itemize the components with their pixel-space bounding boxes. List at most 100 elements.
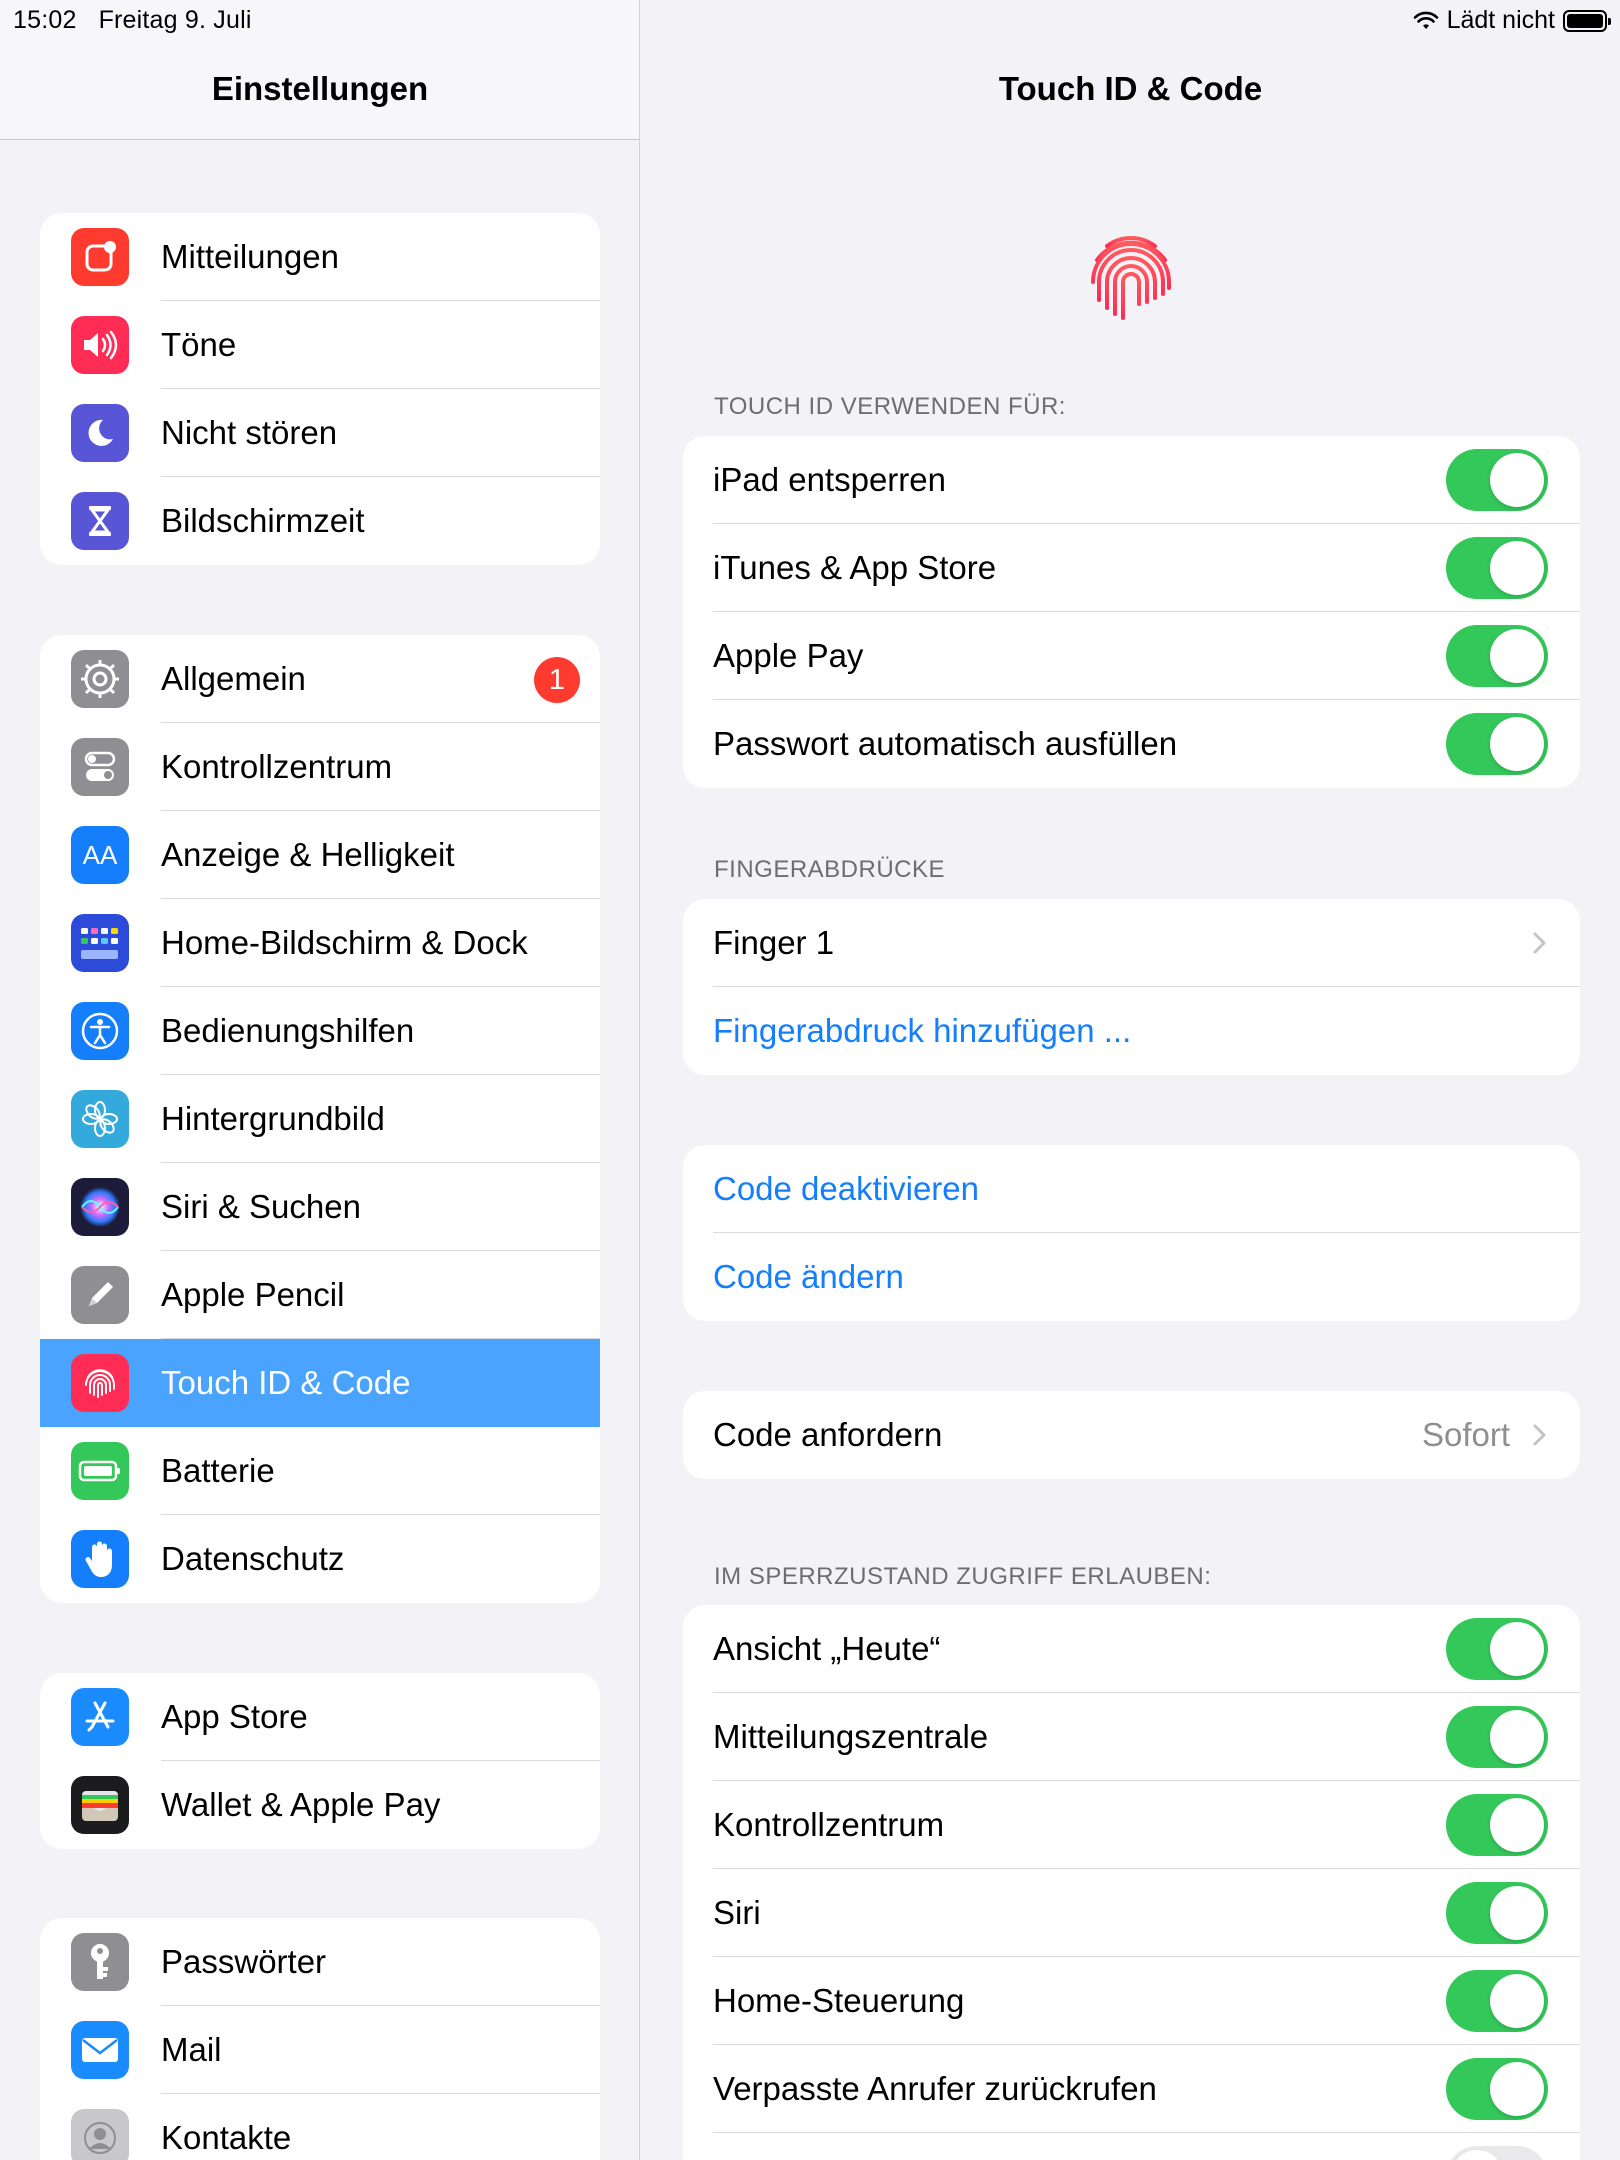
sidebar-item-accessibility[interactable]: Bedienungshilfen (40, 987, 600, 1075)
sidebar-item-label: Batterie (161, 1452, 275, 1489)
lock-access-section-header: IM SPERRZUSTAND ZUGRIFF ERLAUBEN: (714, 1563, 1212, 1590)
sounds-icon (71, 316, 129, 374)
next-item-toggle[interactable] (1446, 2146, 1548, 2160)
itunes-app-store-toggle[interactable] (1446, 537, 1548, 599)
sidebar-item-label: Apple Pencil (161, 1276, 345, 1313)
sidebar-item-wallpaper[interactable]: Hintergrundbild (40, 1075, 600, 1163)
charging-status: Lädt nicht (1446, 6, 1555, 34)
add-fingerprint-button[interactable]: Fingerabdruck hinzufügen ... (683, 987, 1580, 1075)
sidebar-item-label: Mail (161, 2031, 222, 2068)
hourglass-icon (71, 492, 129, 550)
status-bar-right: Lädt nicht (1413, 6, 1611, 35)
sidebar-item-control-center[interactable]: Kontrollzentrum (40, 723, 600, 811)
sidebar-item-label: Töne (161, 326, 237, 363)
sidebar-group-2: Allgemein 1 Kontrollzentrum AA Anzeige &… (40, 635, 600, 1603)
sidebar-item-display[interactable]: AA Anzeige & Helligkeit (40, 811, 600, 899)
row-label: Code anfordern (713, 1416, 943, 1453)
sidebar-item-siri[interactable]: Siri & Suchen (40, 1163, 600, 1251)
sidebar-group-3: App Store Wallet & Apple Pay (40, 1673, 600, 1849)
sidebar-item-label: Datenschutz (161, 1540, 345, 1577)
chevron-right-icon (1533, 1424, 1546, 1446)
sidebar-item-label: Passwörter (161, 1943, 327, 1980)
row-return-missed-calls: Verpasste Anrufer zurückrufen (683, 2045, 1580, 2133)
status-time: 15:02 (13, 6, 77, 34)
detail-pane: Touch ID & Code TOUCH ID VERWENDEN FÜR: … (641, 0, 1620, 2160)
page-title: Touch ID & Code (998, 70, 1263, 107)
row-finger-1[interactable]: Finger 1 (683, 899, 1580, 987)
chevron-right-icon (1533, 932, 1546, 954)
sidebar-group-1: Mitteilungen Töne Nicht stören Bildschir… (40, 213, 600, 565)
touch-id-group: iPad entsperren iTunes & App Store Apple… (683, 436, 1580, 788)
sidebar-item-sounds[interactable]: Töne (40, 301, 600, 389)
today-view-toggle[interactable] (1446, 1618, 1548, 1680)
row-label: Fingerabdruck hinzufügen ... (713, 1012, 1132, 1049)
sidebar-item-privacy[interactable]: Datenschutz (40, 1515, 600, 1603)
sidebar-item-notifications[interactable]: Mitteilungen (40, 213, 600, 301)
row-siri: Siri (683, 1869, 1580, 1957)
hand-icon (71, 1530, 129, 1588)
row-label: Code deaktivieren (713, 1170, 979, 1207)
sidebar-item-label: Touch ID & Code (161, 1364, 411, 1401)
sidebar-item-app-store[interactable]: App Store (40, 1673, 600, 1761)
ipad-unlock-toggle[interactable] (1446, 449, 1548, 511)
home-control-toggle[interactable] (1446, 1970, 1548, 2032)
row-label: Apple Pay (713, 637, 864, 674)
sidebar-item-label: Mitteilungen (161, 238, 339, 275)
sidebar-item-battery[interactable]: Batterie (40, 1427, 600, 1515)
key-icon (71, 1933, 129, 1991)
sidebar-item-passwords[interactable]: Passwörter (40, 1918, 600, 2006)
sidebar-item-label: Kontakte (161, 2119, 292, 2156)
row-label: Passwort automatisch ausfüllen (713, 725, 1178, 762)
touch-id-fingerprint-icon (1091, 236, 1171, 320)
sidebar-item-contacts[interactable]: Kontakte (40, 2094, 600, 2160)
sidebar-item-label: Hintergrundbild (161, 1100, 385, 1137)
sidebar-item-home-screen[interactable]: Home-Bildschirm & Dock (40, 899, 600, 987)
moon-icon (71, 404, 129, 462)
sidebar-group-4: Passwörter Mail Kontakte (40, 1918, 600, 2160)
row-label: Ansicht „Heute“ (713, 1630, 941, 1667)
mail-icon (71, 2021, 129, 2079)
gear-icon (71, 650, 129, 708)
sidebar-item-label: Bedienungshilfen (161, 1012, 415, 1049)
control-center-toggle[interactable] (1446, 1794, 1548, 1856)
home-screen-icon (71, 914, 129, 972)
code-deactivate-button[interactable]: Code deaktivieren (683, 1145, 1580, 1233)
sidebar-item-touch-id[interactable]: Touch ID & Code (40, 1339, 600, 1427)
siri-toggle[interactable] (1446, 1882, 1548, 1944)
require-code-group: Code anfordern Sofort (683, 1391, 1580, 1479)
code-change-button[interactable]: Code ändern (683, 1233, 1580, 1321)
sidebar-item-wallet[interactable]: Wallet & Apple Pay (40, 1761, 600, 1849)
row-label: iPad entsperren (713, 461, 946, 498)
sidebar-item-do-not-disturb[interactable]: Nicht stören (40, 389, 600, 477)
sidebar-item-screen-time[interactable]: Bildschirmzeit (40, 477, 600, 565)
row-control-center: Kontrollzentrum (683, 1781, 1580, 1869)
battery-icon (71, 1442, 129, 1500)
sidebar-item-label: Bildschirmzeit (161, 502, 365, 539)
fingerprints-group: Finger 1 Fingerabdruck hinzufügen ... (683, 899, 1580, 1075)
row-label: Siri (713, 1894, 761, 1931)
sidebar-title: Einstellungen (211, 70, 429, 107)
row-label: Mitteilungszentrale (713, 1718, 989, 1755)
sidebar-item-label: App Store (161, 1698, 308, 1735)
notification-center-toggle[interactable] (1446, 1706, 1548, 1768)
row-ipad-unlock: iPad entsperren (683, 436, 1580, 524)
sidebar-item-apple-pencil[interactable]: Apple Pencil (40, 1251, 600, 1339)
return-missed-calls-toggle[interactable] (1446, 2058, 1548, 2120)
wallet-icon (71, 1776, 129, 1834)
row-today-view: Ansicht „Heute“ (683, 1605, 1580, 1693)
row-apple-pay: Apple Pay (683, 612, 1580, 700)
sidebar-item-mail[interactable]: Mail (40, 2006, 600, 2094)
row-require-code[interactable]: Code anfordern Sofort (683, 1391, 1580, 1479)
apple-pay-toggle[interactable] (1446, 625, 1548, 687)
password-autofill-toggle[interactable] (1446, 713, 1548, 775)
sidebar-item-label: Nicht stören (161, 414, 338, 451)
row-label: Code ändern (713, 1258, 904, 1295)
require-code-value: Sofort (1421, 1416, 1510, 1453)
accessibility-icon (71, 1002, 129, 1060)
touch-id-section-header: TOUCH ID VERWENDEN FÜR: (714, 393, 1066, 420)
sidebar-item-general[interactable]: Allgemein 1 (40, 635, 600, 723)
status-bar-left: 15:02 Freitag 9. Juli (13, 6, 252, 35)
sidebar-item-label: Home-Bildschirm & Dock (161, 924, 528, 961)
update-badge: 1 (534, 657, 580, 703)
siri-icon (71, 1178, 129, 1236)
